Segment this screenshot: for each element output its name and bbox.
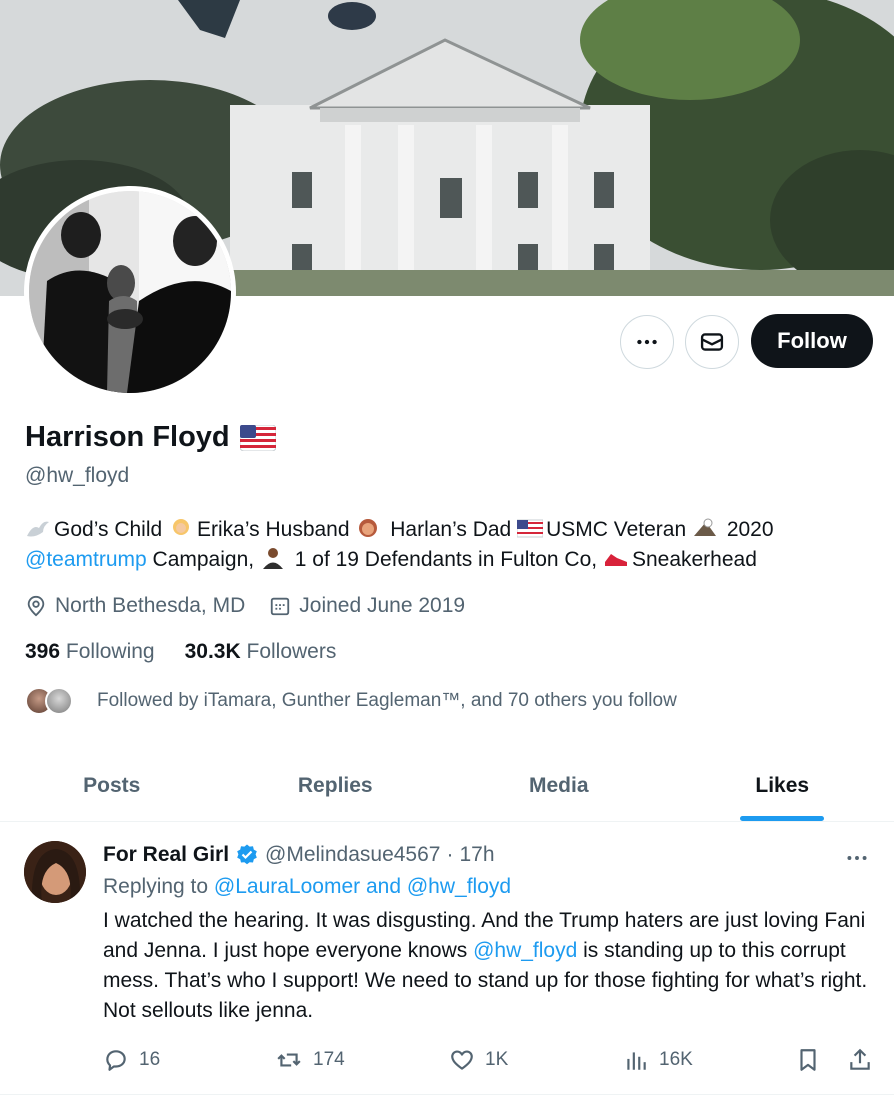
tweet-time[interactable]: 17h: [459, 843, 494, 867]
tab-likes[interactable]: Likes: [671, 750, 894, 821]
join-date: Joined June 2019: [269, 594, 465, 618]
followed-by-text: Followed by iTamara, Gunther Eagleman™, …: [97, 690, 677, 711]
bio-line-1: God’s Child Erika’s Husband Harlan’s Dad…: [25, 515, 875, 545]
dove-icon: [27, 521, 49, 537]
tweet-header: For Real Girl @Melindasue4567 · 17h: [103, 843, 495, 867]
child-icon: [359, 519, 378, 537]
verified-badge-icon: [237, 844, 257, 865]
sneaker-icon: [604, 554, 627, 566]
message-button[interactable]: [685, 315, 739, 369]
bride-icon: [173, 519, 190, 535]
calendar-icon: [271, 597, 290, 616]
tab-posts[interactable]: Posts: [0, 750, 224, 821]
tweet-author-avatar[interactable]: [24, 841, 86, 903]
reply-button[interactable]: 16: [103, 1045, 160, 1075]
more-options-button[interactable]: [620, 315, 674, 369]
following-link[interactable]: 396 Following: [25, 640, 155, 664]
repost-icon: [277, 1053, 301, 1067]
like-button[interactable]: 1K: [449, 1045, 508, 1075]
tab-replies[interactable]: Replies: [224, 750, 448, 821]
bookmark-icon: [800, 1049, 816, 1071]
follow-button[interactable]: Follow: [751, 314, 873, 368]
follower-avatars: [25, 687, 77, 715]
followed-by[interactable]: Followed by iTamara, Gunther Eagleman™, …: [25, 687, 677, 715]
tweet-author-handle[interactable]: @Melindasue4567: [265, 843, 440, 867]
us-flag-icon: [239, 424, 276, 451]
reply-mention-1[interactable]: @LauraLoomer: [214, 875, 360, 898]
replying-to: Replying to @LauraLoomer and @hw_floyd: [103, 875, 512, 898]
tab-media[interactable]: Media: [447, 750, 671, 821]
more-horizontal-icon: [637, 339, 657, 345]
profile-avatar[interactable]: [24, 186, 236, 398]
location-pin-icon: [27, 595, 45, 617]
eagle-icon: [693, 518, 716, 536]
bio-mention-link[interactable]: @teamtrump: [25, 548, 147, 571]
us-flag-icon: [517, 519, 544, 538]
tweet-author-name[interactable]: For Real Girl: [103, 843, 229, 867]
profile-name-row: Harrison Floyd: [25, 421, 276, 454]
envelope-icon: [700, 333, 724, 351]
tweet-separator: ·: [446, 843, 454, 866]
tweet-text: I watched the hearing. It was disgusting…: [103, 909, 868, 1022]
avatar-photo: [29, 191, 231, 393]
follow-counts: 396 Following 30.3K Followers: [25, 640, 336, 664]
profile-meta: North Bethesda, MD Joined June 2019: [25, 594, 489, 618]
share-button[interactable]: [847, 1045, 873, 1075]
bio-line-2: @teamtrump Campaign, 1 of 19 Defendants …: [25, 548, 757, 571]
location: North Bethesda, MD: [25, 594, 245, 618]
profile-handle: @hw_floyd: [25, 464, 130, 487]
followers-link[interactable]: 30.3K Followers: [185, 640, 337, 664]
tweet[interactable]: For Real Girl @Melindasue4567 · 17h Repl…: [0, 823, 894, 1095]
views-button[interactable]: 16K: [623, 1045, 693, 1075]
person-in-suit-icon: [262, 548, 283, 569]
active-tab-indicator: [740, 816, 825, 821]
analytics-bar-icon: [627, 1052, 646, 1070]
profile-tabs: Posts Replies Media Likes: [0, 750, 894, 822]
repost-button[interactable]: 174: [275, 1045, 345, 1075]
heart-icon: [451, 1050, 473, 1070]
reply-icon: [106, 1050, 126, 1071]
display-name: Harrison Floyd: [25, 421, 230, 453]
share-icon: [850, 1048, 870, 1070]
tweet-more-button[interactable]: [844, 845, 870, 876]
tweet-mention[interactable]: @hw_floyd: [473, 939, 577, 962]
profile-bio: God’s Child Erika’s Husband Harlan’s Dad…: [25, 515, 875, 575]
follower-avatar: [45, 687, 73, 715]
bookmark-button[interactable]: [795, 1045, 821, 1075]
more-horizontal-icon: [847, 856, 867, 860]
tweet-actions: 16 174 1K 16K: [103, 1045, 875, 1075]
reply-mention-2[interactable]: @hw_floyd: [407, 875, 511, 898]
